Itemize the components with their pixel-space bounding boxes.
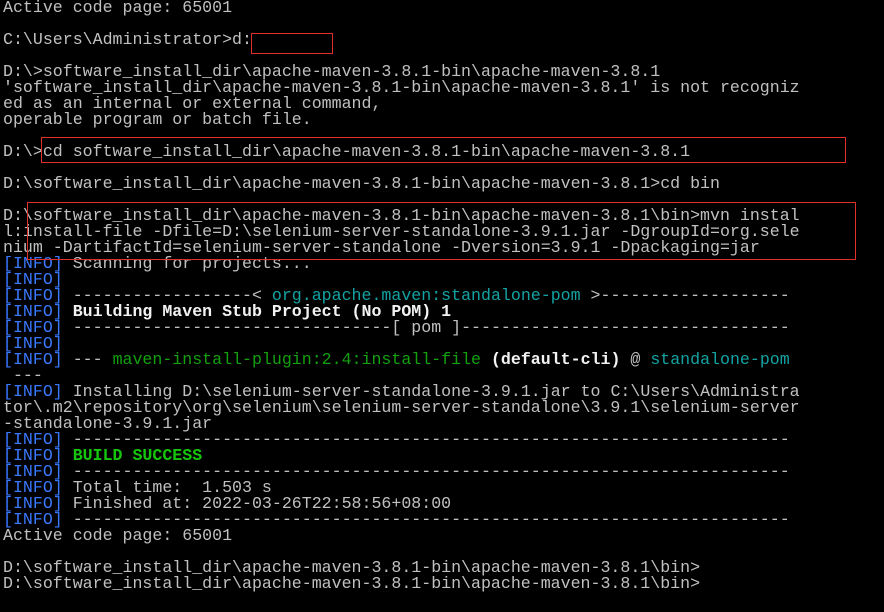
terminal-line: Active code page: 65001: [3, 526, 884, 545]
terminal-line: operable program or batch file.: [3, 110, 884, 129]
terminal-text: @: [620, 350, 651, 369]
terminal-text: --------------------------------[ pom ]-…: [72, 318, 790, 337]
terminal-text: ---: [72, 350, 113, 369]
terminal-line: D:\software_install_dir\apache-maven-3.8…: [3, 574, 884, 593]
terminal-window[interactable]: Active code page: 65001 C:\Users\Administ…: [0, 0, 884, 612]
terminal-text: D:\>cd software_install_dir\apache-maven…: [3, 142, 691, 161]
terminal-text: D:\software_install_dir\apache-maven-3.8…: [3, 574, 701, 593]
terminal-line: Active code page: 65001: [3, 0, 884, 16]
terminal-text: Active code page: 65001: [3, 526, 233, 545]
terminal-line: D:\>cd software_install_dir\apache-maven…: [3, 142, 884, 161]
terminal-text: maven-install-plugin:2.4:install-file: [112, 350, 482, 369]
terminal-text: >-------------------: [580, 286, 790, 305]
terminal-text: D:\software_install_dir\apache-maven-3.8…: [3, 174, 720, 193]
terminal-line: [INFO] --- maven-install-plugin:2.4:inst…: [3, 350, 884, 369]
terminal-text: Scanning for projects...: [72, 254, 312, 273]
terminal-line: C:\Users\Administrator>d:: [3, 30, 884, 49]
terminal-text: operable program or batch file.: [3, 110, 312, 129]
terminal-output: Active code page: 65001 C:\Users\Administ…: [3, 0, 884, 592]
terminal-text: C:\Users\Administrator>d:: [3, 30, 252, 49]
terminal-text: (default-cli): [481, 350, 621, 369]
terminal-text: Active code page: 65001: [3, 0, 233, 17]
terminal-line: [INFO] --------------------------------[…: [3, 318, 884, 337]
terminal-text: standalone-pom: [650, 350, 790, 369]
terminal-line: D:\software_install_dir\apache-maven-3.8…: [3, 174, 884, 193]
terminal-line: [INFO] Scanning for projects...: [3, 254, 884, 273]
